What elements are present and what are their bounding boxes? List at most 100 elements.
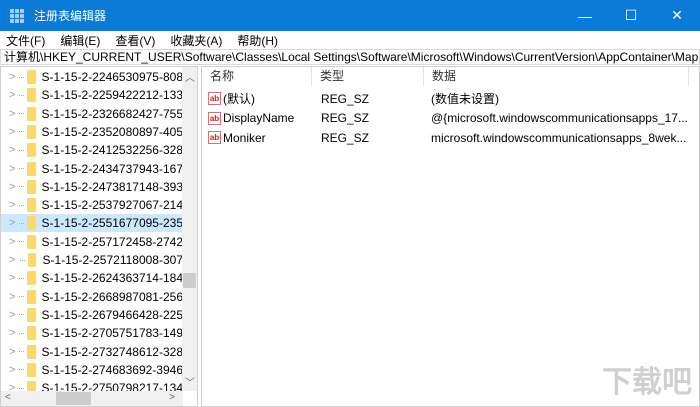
folder-icon <box>27 289 36 304</box>
chevron-right-icon[interactable]: > <box>9 272 19 284</box>
chevron-right-icon[interactable]: > <box>9 163 19 175</box>
menu-edit[interactable]: 编辑(E) <box>60 32 100 49</box>
chevron-right-icon[interactable]: > <box>9 144 19 156</box>
tree-item-label: S-1-15-2-2572118008-307 <box>42 253 183 267</box>
chevron-right-icon[interactable]: > <box>9 89 19 101</box>
tree-connector <box>19 113 25 115</box>
scroll-thumb[interactable] <box>183 273 196 288</box>
chevron-right-icon[interactable]: > <box>9 217 19 229</box>
value-row[interactable]: ab DisplayName REG_SZ @{microsoft.windowsco… <box>202 109 699 128</box>
menu-help[interactable]: 帮助(H) <box>237 32 278 49</box>
menu-favorites[interactable]: 收藏夹(A) <box>170 32 222 49</box>
vertical-scrollbar[interactable]: ︿ ﹀ <box>182 67 197 391</box>
tree-item[interactable]: > S-1-15-2-2624363714-184 <box>1 269 183 287</box>
folder-icon <box>27 161 36 176</box>
tree-connector <box>19 314 25 316</box>
tree-item[interactable]: > S-1-15-2-2551677095-235 <box>1 214 183 233</box>
column-name[interactable]: 名称 <box>202 67 312 86</box>
tree-item[interactable]: > S-1-15-2-2434737943-167 <box>1 160 183 178</box>
menu-file[interactable]: 文件(F) <box>6 32 45 49</box>
folder-icon <box>27 271 36 286</box>
folder-icon <box>27 143 36 158</box>
tree-item[interactable]: > S-1-15-2-2412532256-328 <box>1 141 183 159</box>
menu-view[interactable]: 查看(V) <box>115 32 155 49</box>
title-bar: 注册表编辑器 — ☐ ✕ <box>0 0 700 31</box>
tree-item-label: S-1-15-2-2434737943-167 <box>41 161 183 176</box>
tree-item[interactable]: > S-1-15-2-257172458-2742 <box>1 233 183 251</box>
tree-connector <box>19 149 25 151</box>
folder-icon <box>27 253 37 267</box>
folder-icon <box>27 362 36 377</box>
value-row[interactable]: ab Moniker REG_SZ microsoft.windowscommunic… <box>202 128 699 147</box>
scroll-down-icon[interactable]: ﹀ <box>185 374 195 389</box>
window-title: 注册表编辑器 <box>34 9 107 23</box>
tree-item[interactable]: > S-1-15-2-2326682427-755 <box>1 105 183 123</box>
regedit-icon <box>10 8 24 23</box>
chevron-right-icon[interactable]: > <box>9 236 19 248</box>
tree-item-label: S-1-15-2-2551677095-235 <box>41 216 183 231</box>
tree-item-label: S-1-15-2-2473817148-393 <box>41 179 183 194</box>
value-data: @{microsoft.windowscommunicationsapps_17… <box>431 111 688 125</box>
tree-connector <box>19 94 25 96</box>
tree-connector <box>19 277 25 279</box>
chevron-right-icon[interactable]: > <box>9 291 19 303</box>
tree-connector <box>19 131 25 133</box>
address-bar[interactable]: 计算机\HKEY_CURRENT_USER\Software\Classes\L… <box>0 49 700 65</box>
value-row[interactable]: ab (默认) REG_SZ (数值未设置) <box>202 89 699 108</box>
tree-connector <box>19 259 25 261</box>
tree-connector <box>19 204 25 206</box>
chevron-right-icon[interactable]: > <box>9 364 19 376</box>
chevron-right-icon[interactable]: > <box>9 254 20 266</box>
chevron-right-icon[interactable]: > <box>9 346 19 358</box>
tree-item-label: S-1-15-2-2259422212-133 <box>41 88 183 103</box>
scroll-thumb-horizontal[interactable] <box>56 392 91 405</box>
value-data: (数值未设置) <box>431 92 499 106</box>
scroll-right-icon[interactable]: > <box>169 392 175 403</box>
folder-icon <box>27 216 36 231</box>
minimize-button[interactable]: — <box>562 0 608 31</box>
values-pane: 名称 类型 数据 ab (默认) REG_SZ (数值未设置) ab DisplayNam… <box>201 66 700 407</box>
chevron-right-icon[interactable]: > <box>9 309 19 321</box>
tree-item[interactable]: > S-1-15-2-2537927067-214 <box>1 196 183 214</box>
tree-item[interactable]: > S-1-15-2-274683692-3946 <box>1 361 183 379</box>
tree-item[interactable]: > S-1-15-2-2732748612-328 <box>1 343 183 361</box>
folder-icon <box>27 179 36 194</box>
value-name: (默认) <box>223 92 255 106</box>
watermark: 下载吧 <box>602 366 692 399</box>
tree-item[interactable]: > S-1-15-2-2352080897-405 <box>1 123 183 141</box>
tree-item[interactable]: > S-1-15-2-2473817148-393 <box>1 178 183 196</box>
tree-connector <box>19 222 25 224</box>
value-type: REG_SZ <box>321 91 370 106</box>
tree-item[interactable]: > S-1-15-2-2668987081-256 <box>1 288 183 306</box>
scroll-up-icon[interactable]: ︿ <box>185 69 195 84</box>
tree-item[interactable]: > S-1-15-2-2572118008-307 <box>1 251 183 269</box>
chevron-right-icon[interactable]: > <box>9 126 19 138</box>
tree-item[interactable]: > S-1-15-2-2246530975-808 <box>1 68 183 86</box>
maximize-button[interactable]: ☐ <box>608 0 654 31</box>
chevron-right-icon[interactable]: > <box>9 108 19 120</box>
tree-item-label: S-1-15-2-2537927067-214 <box>41 198 183 213</box>
tree-item-label: S-1-15-2-2412532256-328 <box>41 143 183 158</box>
tree-connector <box>19 296 25 298</box>
tree-item-label: S-1-15-2-2326682427-755 <box>41 106 183 121</box>
folder-icon <box>27 234 36 249</box>
tree-item[interactable]: > S-1-15-2-2679466428-225 <box>1 306 183 324</box>
chevron-right-icon[interactable]: > <box>9 199 19 211</box>
horizontal-scrollbar[interactable]: < > <box>1 391 183 406</box>
tree-item[interactable]: > S-1-15-2-2705751783-149 <box>1 324 183 342</box>
tree-item[interactable]: > S-1-15-2-2259422212-133 <box>1 86 183 104</box>
column-type[interactable]: 类型 <box>312 67 424 86</box>
column-data[interactable]: 数据 <box>424 67 689 86</box>
close-button[interactable]: ✕ <box>654 0 700 31</box>
value-data: microsoft.windowscommunicationsapps_8wek… <box>431 130 687 145</box>
chevron-right-icon[interactable]: > <box>9 71 19 83</box>
string-value-icon: ab <box>208 111 221 125</box>
tree-item-label: S-1-15-2-2246530975-808 <box>41 70 183 84</box>
tree-item-label: S-1-15-2-2352080897-405 <box>41 124 183 139</box>
chevron-right-icon[interactable]: > <box>9 181 19 193</box>
scroll-left-icon[interactable]: < <box>5 392 11 403</box>
folder-icon <box>27 198 36 213</box>
chevron-right-icon[interactable]: > <box>9 327 19 339</box>
tree-pane: > S-1-15-2-2246530975-808 > S-1-15-2-225942… <box>0 66 198 407</box>
tree-connector <box>19 76 25 78</box>
